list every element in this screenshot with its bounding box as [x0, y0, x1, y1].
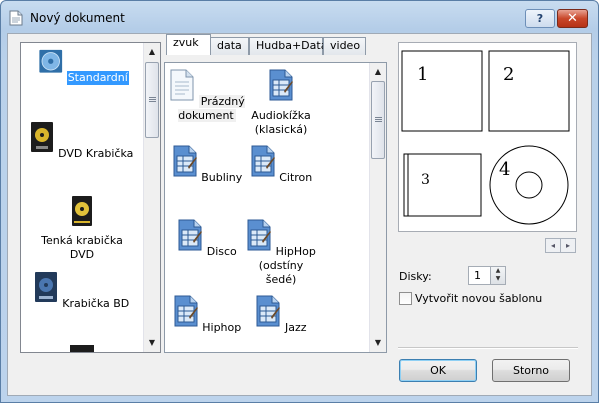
scroll-down-arrow-icon[interactable]: ▼	[370, 334, 386, 351]
template-item[interactable]: Citron	[243, 145, 319, 185]
tab-zvuk[interactable]: zvuk	[166, 34, 211, 55]
scroll-down-arrow-icon[interactable]: ▼	[144, 334, 160, 351]
tab-video[interactable]: video	[323, 37, 366, 55]
cancel-button[interactable]: Storno	[492, 359, 570, 382]
template-item[interactable]: Jazz	[243, 295, 319, 335]
list-item-label: DVD Krabička	[58, 147, 134, 160]
document-icon	[9, 10, 23, 26]
list-item-standard[interactable]: Standardní	[21, 49, 143, 85]
layout-preview: 1 2 3 4	[398, 42, 577, 232]
template-item[interactable]: Hiphop	[169, 295, 245, 335]
template-document-icon	[178, 219, 203, 251]
preview-nav: ◂ ▸	[545, 238, 576, 253]
document-type-list[interactable]: Standardní DVD Krabička Tenká krabička D…	[20, 42, 161, 353]
list-item-label: Standardní	[66, 71, 129, 85]
new-document-dialog: Nový dokument ? ✕ Standardní DVD Krabičk…	[0, 0, 599, 403]
preview-label-1: 1	[417, 64, 428, 85]
template-label: Hiphop	[202, 321, 242, 334]
template-item[interactable]: Prázdný dokument	[169, 69, 245, 123]
list-item-label: Tenká krabička DVD	[41, 234, 123, 261]
scroll-up-arrow-icon[interactable]: ▲	[144, 43, 160, 60]
template-document-icon	[251, 145, 275, 177]
scroll-up-arrow-icon[interactable]: ▲	[370, 63, 386, 80]
template-label: Jazz	[284, 321, 307, 334]
template-document-icon	[256, 295, 281, 327]
checkbox-label: Vytvořit novou šablonu	[415, 292, 543, 305]
template-label: Bubliny	[201, 171, 243, 184]
tab-label: data	[217, 39, 242, 52]
title-bar[interactable]: Nový dokument ? ✕	[1, 1, 598, 31]
disks-value[interactable]: 1	[474, 269, 481, 282]
tab-label: video	[330, 39, 361, 52]
tab-hudba-data[interactable]: Hudba+Data	[249, 37, 327, 55]
tab-label: Hudba+Data	[256, 39, 328, 52]
template-label: Audiokížka (klasická)	[251, 109, 311, 136]
list-item-dvd-case[interactable]: DVD Krabička	[21, 121, 143, 161]
template-grid[interactable]: Prázdný dokument Audiokížka (klasická) B…	[164, 62, 387, 353]
spinner-buttons: ▲ ▼	[490, 267, 505, 284]
slim-dvd-case-icon	[72, 196, 92, 226]
new-template-checkbox[interactable]: Vytvořit novou šablonu	[399, 292, 542, 305]
window-title: Nový dokument	[30, 11, 125, 25]
help-button[interactable]: ?	[525, 9, 555, 28]
tab-data[interactable]: data	[210, 37, 249, 55]
chevron-left-icon[interactable]: ◂	[546, 239, 561, 252]
template-item[interactable]: Audiokížka (klasická)	[243, 69, 319, 137]
template-label: Citron	[279, 171, 313, 184]
dialog-body: Standardní DVD Krabička Tenká krabička D…	[7, 33, 592, 396]
layout-preview-drawing: 1 2 3 4	[401, 50, 570, 225]
preview-label-2: 2	[503, 64, 514, 85]
scrollbar-thumb[interactable]	[371, 81, 385, 159]
checkbox-box[interactable]	[399, 292, 412, 305]
template-label: HipHop (odstíny šedé)	[258, 245, 316, 286]
divider	[398, 347, 578, 349]
dvd-case-icon	[30, 122, 53, 152]
blank-document-icon	[170, 69, 194, 101]
template-document-icon	[174, 295, 198, 327]
template-document-icon	[269, 69, 293, 101]
scrollbar-grip	[149, 97, 156, 102]
preview-label-4: 4	[499, 159, 510, 180]
cd-disc-icon	[39, 49, 63, 73]
scrollbar-grip	[375, 117, 382, 122]
template-document-icon	[247, 219, 272, 251]
template-label: Disco	[206, 245, 237, 258]
template-document-icon	[173, 145, 197, 177]
template-item[interactable]: Disco	[169, 219, 245, 259]
list-item-bd-case[interactable]: Krabička BD	[21, 271, 143, 311]
template-grid-scrollbar[interactable]: ▲ ▼	[369, 63, 386, 352]
close-button[interactable]: ✕	[557, 9, 588, 28]
list-item-slim-dvd-case[interactable]: Tenká krabička DVD	[21, 195, 143, 262]
spin-up-icon[interactable]: ▲	[491, 267, 505, 275]
list-item-label: Krabička BD	[62, 297, 130, 310]
bd-case-icon	[34, 272, 57, 302]
preview-label-3: 3	[421, 172, 430, 188]
disks-spinner[interactable]: 1 ▲ ▼	[468, 266, 506, 285]
scrollbar-thumb[interactable]	[145, 62, 159, 138]
ok-button[interactable]: OK	[399, 359, 477, 382]
disks-label: Disky:	[399, 270, 432, 283]
list-item-partial-thumbnail	[70, 345, 94, 352]
template-item[interactable]: Bubliny	[169, 145, 245, 185]
chevron-right-icon[interactable]: ▸	[561, 239, 575, 252]
tab-label: zvuk	[173, 36, 199, 49]
template-item[interactable]: HipHop (odstíny šedé)	[243, 219, 319, 287]
spin-down-icon[interactable]: ▼	[491, 275, 505, 283]
left-list-scrollbar[interactable]: ▲ ▼	[143, 43, 160, 352]
